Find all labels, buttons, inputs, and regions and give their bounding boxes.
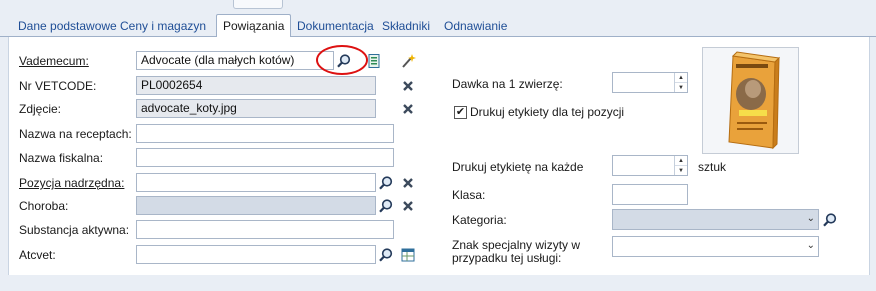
vademecum-field[interactable]: Advocate (dla małych kotów) [136,51,334,70]
tab-powiazania[interactable]: Powiązania [216,14,292,38]
fiscal-name-label: Nazwa fiskalna: [19,148,103,168]
dose-label: Dawka na 1 zwierzę: [452,77,563,91]
class-field[interactable] [612,184,688,205]
active-substance-label: Substancja aktywna: [19,220,129,240]
parent-item-label: Pozycja nadrzędna: [19,173,124,193]
vademecum-document-button[interactable] [364,51,384,70]
fiscal-name-label-text: Nazwa fiskalna: [19,151,104,165]
tab-skladniki[interactable]: Składniki [376,17,436,35]
x-icon [402,177,414,189]
prescription-name-label-text: Nazwa na receptach: [19,127,132,141]
disease-search-button[interactable] [376,196,396,215]
chevron-down-icon: ⌄ [806,240,815,251]
print-every-unit: sztuk [698,160,727,174]
spin-down-icon[interactable]: ▼ [675,83,687,92]
active-substance-label-text: Substancja aktywna: [19,223,130,237]
photo-clear-button[interactable] [398,99,418,118]
vetcode-clear-button[interactable] [398,76,418,95]
table-icon [401,248,415,262]
spin-down-icon[interactable]: ▼ [675,166,687,175]
print-labels-label: Drukuj etykiety dla tej pozycji [470,105,625,119]
top-tab-nub [233,0,283,9]
x-icon [402,200,414,212]
parent-item-clear-button[interactable] [398,173,418,192]
category-search-button[interactable] [820,210,840,229]
print-every-label: Drukuj etykietę na każde [452,160,584,174]
product-photo [702,47,799,154]
highlight-circle [316,45,368,75]
atcvet-label: Atcvet: [19,245,56,265]
magnifier-icon [378,175,394,191]
x-icon [402,80,414,92]
category-select[interactable]: ⌄ [612,209,819,230]
tab-panel: Vademecum: Advocate (dla małych kotów) N… [8,37,870,275]
chevron-down-icon: ⌄ [806,213,815,224]
spin-up-icon[interactable]: ▲ [675,156,687,166]
disease-label: Choroba: [19,196,68,216]
parent-item-search-button[interactable] [376,173,396,192]
photo-label: Zdjęcie: [19,99,61,119]
spin-up-icon[interactable]: ▲ [675,73,687,83]
tab-dane-podstawowe[interactable]: Dane podstawowe [12,17,123,35]
prescription-name-label: Nazwa na receptach: [19,124,132,144]
dose-spinner[interactable]: ▲ ▼ [612,72,688,93]
tab-dokumentacja[interactable]: Dokumentacja [291,17,380,35]
document-icon [366,53,382,69]
category-label: Kategoria: [452,213,507,227]
atcvet-label-text: Atcvet: [19,248,56,262]
top-bar [0,0,876,12]
special-mark-select[interactable]: ⌄ [612,236,819,257]
disease-clear-button[interactable] [398,196,418,215]
special-mark-label-line2: przypadku tej usługi: [452,251,562,265]
prescription-name-field[interactable] [136,124,394,143]
atcvet-field[interactable] [136,245,376,264]
disease-field[interactable] [136,196,376,215]
disease-label-text: Choroba: [19,199,69,213]
parent-item-label-text: Pozycja nadrzędna: [19,176,125,190]
magnifier-icon [378,198,394,214]
vetcode-field[interactable]: PL0002654 [136,76,376,95]
magnifier-icon [822,212,838,228]
dose-spinner-arrows[interactable]: ▲ ▼ [674,73,687,92]
tab-strip: Dane podstawowe Ceny i magazyn Powiązani… [0,14,876,38]
atcvet-search-button[interactable] [376,245,396,264]
magic-wand-icon [400,53,416,69]
checkmark-icon: ✔ [455,106,466,118]
fiscal-name-field[interactable] [136,148,394,167]
product-box-image [728,51,781,150]
print-every-spinner[interactable]: ▲ ▼ [612,155,688,176]
print-every-spinner-arrows[interactable]: ▲ ▼ [674,156,687,175]
vademecum-label-text: Vademecum: [19,54,89,68]
tab-ceny-i-magazyn[interactable]: Ceny i magazyn [114,17,212,35]
vademecum-wand-button[interactable] [398,51,418,70]
tab-odnawianie[interactable]: Odnawianie [438,17,513,35]
vetcode-label: Nr VETCODE: [19,76,96,96]
vademecum-label: Vademecum: [19,51,89,71]
photo-label-text: Zdjęcie: [19,102,62,116]
vetcode-label-text: Nr VETCODE: [19,79,97,93]
class-label: Klasa: [452,188,486,202]
active-substance-field[interactable] [136,220,394,239]
photo-field[interactable]: advocate_koty.jpg [136,99,376,118]
magnifier-icon [378,247,394,263]
x-icon [402,103,414,115]
print-labels-checkbox[interactable]: ✔ [454,106,467,119]
atcvet-table-button[interactable] [398,245,418,264]
parent-item-field[interactable] [136,173,376,192]
